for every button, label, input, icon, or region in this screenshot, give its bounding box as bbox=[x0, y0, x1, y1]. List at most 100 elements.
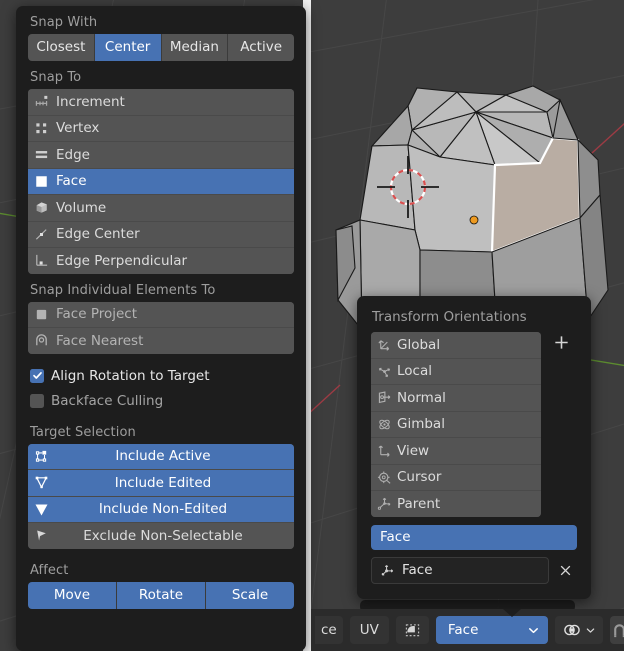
target-selection-include-edited[interactable]: Include Edited bbox=[28, 470, 294, 497]
face-icon bbox=[28, 169, 54, 194]
snap-individual-label: Snap Individual Elements To bbox=[30, 282, 216, 298]
affect-segmented-control: Move Rotate Scale bbox=[28, 581, 294, 609]
snap-with-segmented-control: Closest Center Median Active bbox=[28, 34, 294, 61]
snap-to-item-edge-perpendicular[interactable]: Edge Perpendicular bbox=[28, 248, 294, 274]
snap-with-closest[interactable]: Closest bbox=[28, 34, 95, 61]
snap-to-item-edge[interactable]: Edge bbox=[28, 142, 294, 169]
object-origin-dot bbox=[469, 215, 479, 225]
custom-orientation-name-field[interactable]: Face bbox=[371, 556, 549, 584]
snap-individual-item-face-nearest[interactable]: Face Nearest bbox=[28, 328, 294, 354]
snap-toggle-button[interactable] bbox=[609, 616, 624, 644]
target-selection-item-label: Exclude Non-Selectable bbox=[83, 527, 243, 544]
snap-to-item-label: Face bbox=[56, 173, 87, 190]
snap-with-center[interactable]: Center bbox=[94, 34, 162, 61]
header-uv-button[interactable]: UV bbox=[349, 616, 389, 644]
add-orientation-button[interactable] bbox=[541, 332, 581, 517]
orientation-item-label: Local bbox=[397, 363, 432, 380]
mode-dropdown[interactable]: Face bbox=[435, 616, 548, 644]
snap-to-item-label: Volume bbox=[56, 199, 107, 216]
orientation-item-parent[interactable]: Parent bbox=[371, 491, 542, 517]
snap-settings-popover: Snap With Closest Center Median Active S… bbox=[16, 6, 306, 651]
transform-orientations-list: Global Local Normal Gimbal View Cursor P… bbox=[371, 332, 542, 517]
proportional-editing-icon bbox=[564, 624, 580, 636]
orientation-item-label: Parent bbox=[397, 495, 441, 512]
orientation-item-local[interactable]: Local bbox=[371, 358, 542, 385]
snap-individual-list: Face Project Face Nearest bbox=[28, 301, 294, 354]
magnet-icon bbox=[614, 623, 624, 637]
orientation-item-label: Normal bbox=[397, 389, 446, 406]
close-icon bbox=[560, 565, 570, 575]
delete-orientation-button[interactable] bbox=[549, 563, 581, 578]
vertex-icon bbox=[28, 116, 54, 141]
edge-perpendicular-icon bbox=[28, 248, 54, 273]
snap-individual-item-label: Face Nearest bbox=[56, 332, 144, 349]
orientation-item-label: Global bbox=[397, 336, 441, 353]
snap-individual-item-face-project[interactable]: Face Project bbox=[28, 301, 294, 328]
popover-pointer bbox=[503, 609, 521, 617]
increment-icon bbox=[28, 89, 54, 114]
chevron-down-icon bbox=[586, 627, 595, 633]
orientation-item-global[interactable]: Global bbox=[371, 332, 542, 359]
global-orientation-icon bbox=[371, 332, 397, 357]
target-selection-include-active[interactable]: Include Active bbox=[28, 443, 294, 470]
snap-to-item-label: Edge Perpendicular bbox=[56, 252, 188, 269]
face-nearest-icon bbox=[28, 328, 54, 353]
orientation-item-normal[interactable]: Normal bbox=[371, 385, 542, 412]
checkbox-unchecked-icon bbox=[30, 393, 44, 408]
snap-individual-item-label: Face Project bbox=[56, 306, 138, 323]
transform-orientations-popover: Transform Orientations Global Local Norm… bbox=[357, 296, 591, 599]
plus-icon bbox=[555, 336, 568, 349]
affect-move[interactable]: Move bbox=[28, 581, 117, 609]
affect-scale[interactable]: Scale bbox=[206, 581, 294, 609]
target-selection-exclude-non-selectable[interactable]: Exclude Non-Selectable bbox=[28, 523, 294, 549]
affect-rotate[interactable]: Rotate bbox=[117, 581, 206, 609]
orientation-item-gimbal[interactable]: Gimbal bbox=[371, 411, 542, 438]
snap-to-item-face[interactable]: Face bbox=[28, 168, 294, 195]
transform-orientations-body: Global Local Normal Gimbal View Cursor P… bbox=[357, 332, 591, 517]
orientation-item-cursor[interactable]: Cursor bbox=[371, 464, 542, 491]
target-selection-include-non-edited[interactable]: Include Non-Edited bbox=[28, 496, 294, 523]
snap-to-item-label: Edge Center bbox=[56, 226, 140, 243]
snap-to-item-label: Edge bbox=[56, 146, 90, 163]
include-edited-icon bbox=[28, 470, 54, 495]
custom-orientation-icon bbox=[372, 563, 402, 578]
exclude-non-selectable-icon bbox=[28, 523, 54, 548]
snap-with-label: Snap With bbox=[30, 15, 98, 30]
checkbox-checked-icon bbox=[30, 368, 44, 383]
include-active-icon bbox=[28, 444, 54, 469]
target-selection-list: Include Active Include Edited Include No… bbox=[28, 443, 294, 549]
snap-to-list: Increment Vertex Edge Face Volume Edge C… bbox=[28, 89, 294, 274]
backface-culling-toggle[interactable]: Backface Culling bbox=[30, 393, 306, 409]
header-truncated-button[interactable]: ce bbox=[315, 616, 343, 644]
snap-to-item-edge-center[interactable]: Edge Center bbox=[28, 221, 294, 248]
snap-to-item-volume[interactable]: Volume bbox=[28, 195, 294, 222]
volume-icon bbox=[28, 195, 54, 220]
snap-with-median[interactable]: Median bbox=[161, 34, 229, 61]
normal-orientation-icon bbox=[371, 385, 397, 410]
edge-icon bbox=[28, 142, 54, 167]
orientation-item-label: Cursor bbox=[397, 469, 442, 486]
snap-with-active[interactable]: Active bbox=[228, 34, 294, 61]
app-root: Snap With Closest Center Median Active S… bbox=[0, 0, 624, 651]
target-selection-label: Target Selection bbox=[30, 424, 136, 440]
custom-orientation-row: Face bbox=[371, 556, 581, 584]
face-project-icon bbox=[28, 302, 54, 327]
local-orientation-icon bbox=[371, 359, 397, 384]
parent-orientation-icon bbox=[371, 491, 397, 516]
mode-dropdown-value: Face bbox=[447, 622, 479, 638]
chevron-down-icon bbox=[528, 627, 538, 633]
orientation-item-label: View bbox=[397, 442, 430, 459]
proportional-editing-button[interactable] bbox=[554, 616, 603, 644]
snap-to-item-label: Vertex bbox=[56, 120, 100, 137]
uv-island-icon bbox=[405, 623, 420, 636]
target-selection-item-label: Include Non-Edited bbox=[98, 501, 228, 518]
orientation-item-view[interactable]: View bbox=[371, 438, 542, 465]
snap-to-item-label: Increment bbox=[56, 93, 125, 110]
active-orientation-field[interactable]: Face bbox=[371, 524, 577, 550]
snap-to-item-increment[interactable]: Increment bbox=[28, 89, 294, 116]
align-rotation-toggle[interactable]: Align Rotation to Target bbox=[30, 368, 306, 384]
snap-to-item-vertex[interactable]: Vertex bbox=[28, 115, 294, 142]
uv-select-mode-button[interactable] bbox=[395, 616, 429, 644]
align-rotation-label: Align Rotation to Target bbox=[51, 367, 210, 384]
custom-orientation-name: Face bbox=[402, 562, 433, 578]
